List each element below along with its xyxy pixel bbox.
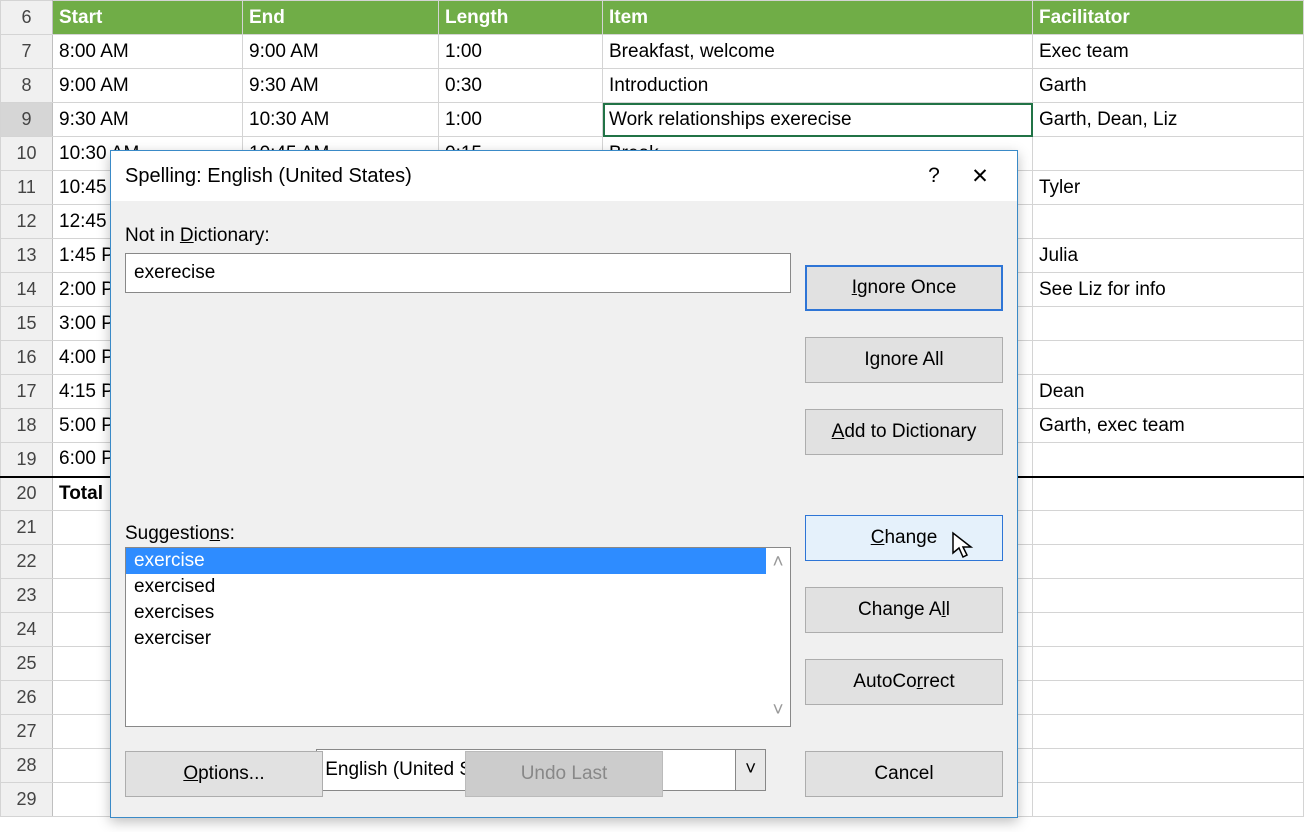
col-header-start[interactable]: Start: [53, 1, 243, 35]
row-number[interactable]: 20: [1, 477, 53, 511]
suggestion-item[interactable]: exercise: [126, 548, 766, 574]
row-number[interactable]: 11: [1, 171, 53, 205]
cell[interactable]: [1033, 647, 1304, 681]
cell-selected[interactable]: Work relationships exerecise: [603, 103, 1033, 137]
cell[interactable]: [1033, 341, 1304, 375]
suggestions-list[interactable]: exercise exercised exercises exerciser ˄…: [125, 547, 791, 727]
row-number[interactable]: 28: [1, 749, 53, 783]
suggestion-item[interactable]: exercised: [126, 574, 766, 600]
cell[interactable]: [1033, 579, 1304, 613]
change-all-button[interactable]: Change All: [805, 587, 1003, 633]
cell[interactable]: Garth, Dean, Liz: [1033, 103, 1304, 137]
ignore-once-button[interactable]: Ignore Once: [805, 265, 1003, 311]
add-to-dictionary-button[interactable]: Add to Dictionary: [805, 409, 1003, 455]
row-number[interactable]: 8: [1, 69, 53, 103]
cell[interactable]: 9:00 AM: [243, 35, 439, 69]
table-row[interactable]: 8 9:00 AM 9:30 AM 0:30 Introduction Gart…: [1, 69, 1304, 103]
row-number[interactable]: 26: [1, 681, 53, 715]
suggestion-item[interactable]: exerciser: [126, 626, 766, 652]
dialog-title: Spelling: English (United States): [125, 165, 412, 188]
row-number[interactable]: 22: [1, 545, 53, 579]
cell[interactable]: Tyler: [1033, 171, 1304, 205]
row-number[interactable]: 14: [1, 273, 53, 307]
cell[interactable]: [1033, 477, 1304, 511]
row-number[interactable]: 13: [1, 239, 53, 273]
row-number[interactable]: 24: [1, 613, 53, 647]
header-row: 6 Start End Length Item Facilitator: [1, 1, 1304, 35]
table-row[interactable]: 9 9:30 AM 10:30 AM 1:00 Work relationshi…: [1, 103, 1304, 137]
cell[interactable]: 9:30 AM: [243, 69, 439, 103]
row-number[interactable]: 9: [1, 103, 53, 137]
scroll-down-icon[interactable]: ˅: [772, 700, 783, 722]
cell[interactable]: Exec team: [1033, 35, 1304, 69]
col-header-item[interactable]: Item: [603, 1, 1033, 35]
cell[interactable]: [1033, 545, 1304, 579]
undo-last-button: Undo Last: [465, 751, 663, 797]
cell[interactable]: Garth: [1033, 69, 1304, 103]
cell[interactable]: [1033, 715, 1304, 749]
help-button[interactable]: ?: [911, 156, 957, 196]
cell[interactable]: Introduction: [603, 69, 1033, 103]
cell[interactable]: 9:30 AM: [53, 103, 243, 137]
cell[interactable]: Dean: [1033, 375, 1304, 409]
col-header-facilitator[interactable]: Facilitator: [1033, 1, 1304, 35]
scroll-up-icon[interactable]: ˄: [772, 552, 783, 574]
ignore-all-button[interactable]: Ignore All: [805, 337, 1003, 383]
row-number[interactable]: 6: [1, 1, 53, 35]
row-number[interactable]: 12: [1, 205, 53, 239]
cell[interactable]: Julia: [1033, 239, 1304, 273]
row-number[interactable]: 25: [1, 647, 53, 681]
cancel-button[interactable]: Cancel: [805, 751, 1003, 797]
cell[interactable]: See Liz for info: [1033, 273, 1304, 307]
cell[interactable]: [1033, 137, 1304, 171]
not-in-dictionary-label: Not in Dictionary:: [125, 225, 1003, 247]
cell[interactable]: 1:00: [439, 103, 603, 137]
row-number[interactable]: 16: [1, 341, 53, 375]
row-number[interactable]: 27: [1, 715, 53, 749]
spelling-dialog: Spelling: English (United States) ? ✕ No…: [110, 150, 1018, 818]
cell[interactable]: [1033, 307, 1304, 341]
cell[interactable]: [1033, 749, 1304, 783]
cell[interactable]: [1033, 511, 1304, 545]
cell[interactable]: [1033, 443, 1304, 477]
cell[interactable]: 10:30 AM: [243, 103, 439, 137]
row-number[interactable]: 18: [1, 409, 53, 443]
cell[interactable]: Garth, exec team: [1033, 409, 1304, 443]
row-number[interactable]: 23: [1, 579, 53, 613]
table-row[interactable]: 7 8:00 AM 9:00 AM 1:00 Breakfast, welcom…: [1, 35, 1304, 69]
row-number[interactable]: 21: [1, 511, 53, 545]
dialog-titlebar[interactable]: Spelling: English (United States) ? ✕: [111, 151, 1017, 201]
cell[interactable]: [1033, 613, 1304, 647]
row-number[interactable]: 17: [1, 375, 53, 409]
suggestion-item[interactable]: exercises: [126, 600, 766, 626]
cell[interactable]: 0:30: [439, 69, 603, 103]
cell[interactable]: [1033, 783, 1304, 817]
cell[interactable]: 1:00: [439, 35, 603, 69]
not-in-dictionary-input[interactable]: [125, 253, 791, 293]
row-number[interactable]: 19: [1, 443, 53, 477]
col-header-length[interactable]: Length: [439, 1, 603, 35]
row-number[interactable]: 7: [1, 35, 53, 69]
col-header-end[interactable]: End: [243, 1, 439, 35]
suggestions-label: Suggestions:: [125, 523, 235, 545]
change-button[interactable]: Change: [805, 515, 1003, 561]
scrollbar[interactable]: ˄ ˅: [766, 548, 790, 726]
row-number[interactable]: 15: [1, 307, 53, 341]
row-number[interactable]: 29: [1, 783, 53, 817]
cell[interactable]: [1033, 205, 1304, 239]
cell[interactable]: 9:00 AM: [53, 69, 243, 103]
autocorrect-button[interactable]: AutoCorrect: [805, 659, 1003, 705]
cell[interactable]: [1033, 681, 1304, 715]
cell[interactable]: 8:00 AM: [53, 35, 243, 69]
cell[interactable]: Breakfast, welcome: [603, 35, 1033, 69]
close-icon[interactable]: ✕: [957, 156, 1003, 196]
row-number[interactable]: 10: [1, 137, 53, 171]
options-button[interactable]: Options...: [125, 751, 323, 797]
